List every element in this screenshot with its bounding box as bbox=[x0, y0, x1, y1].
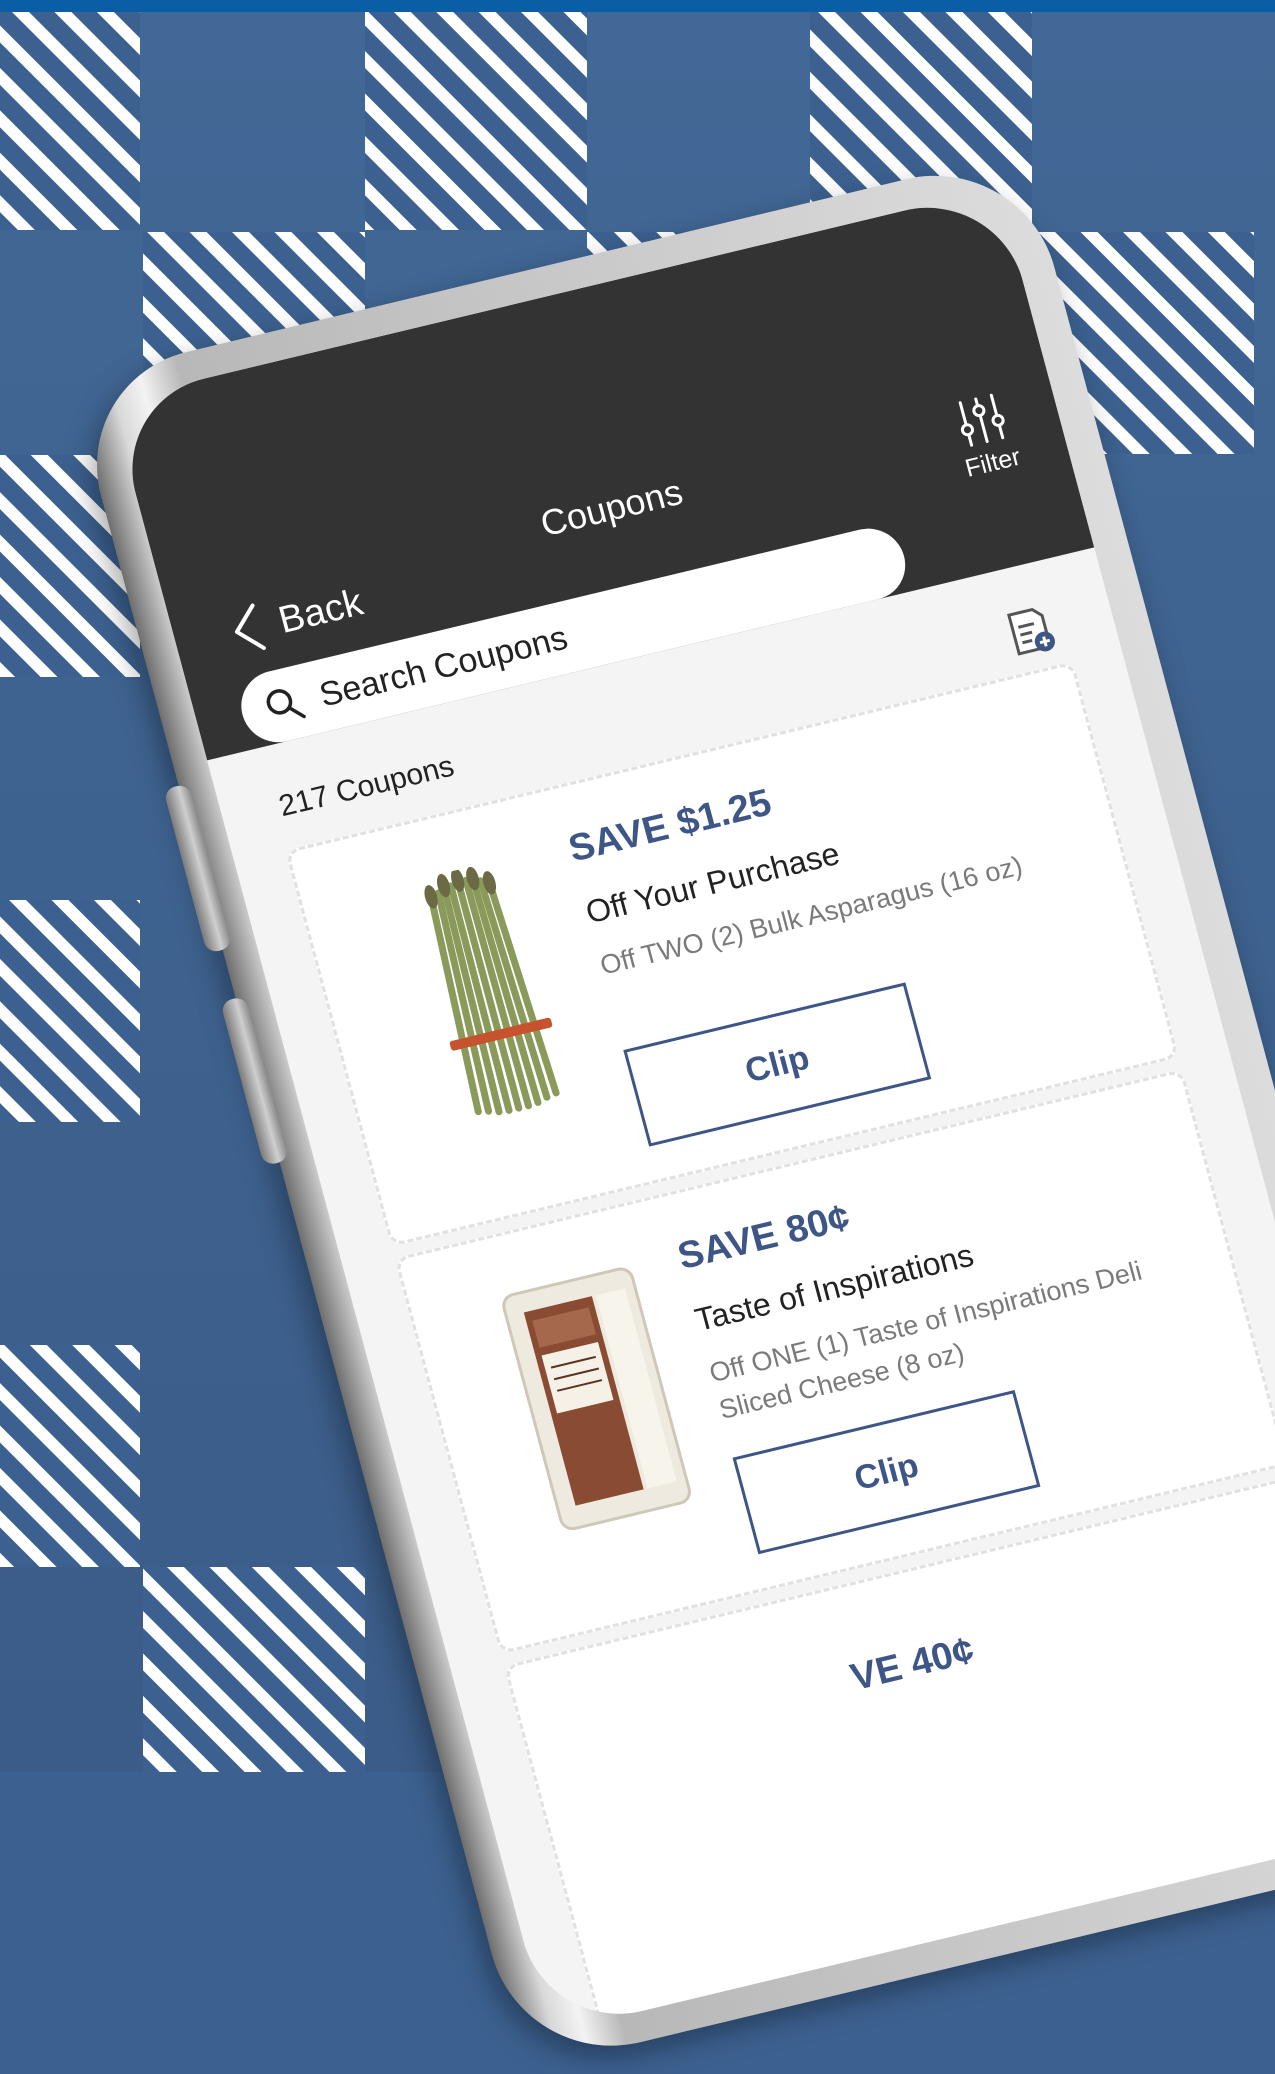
coupon-save-amount: SAVE 80¢ bbox=[673, 1196, 855, 1279]
coupon-count: 217 Coupons bbox=[275, 749, 458, 824]
search-icon bbox=[266, 689, 306, 719]
clip-button[interactable]: Clip bbox=[623, 982, 932, 1147]
swiss-cheese-package-image bbox=[502, 1267, 691, 1531]
sliders-icon bbox=[958, 393, 1005, 447]
add-to-list-icon[interactable] bbox=[1004, 602, 1060, 663]
asparagus-image bbox=[424, 866, 560, 1116]
coupon-save-amount: VE 40¢ bbox=[846, 1629, 979, 1700]
phone-mockup: Back Coupons Filter Search Coupons 217 C… bbox=[70, 151, 1275, 2071]
top-bar bbox=[0, 0, 1275, 12]
